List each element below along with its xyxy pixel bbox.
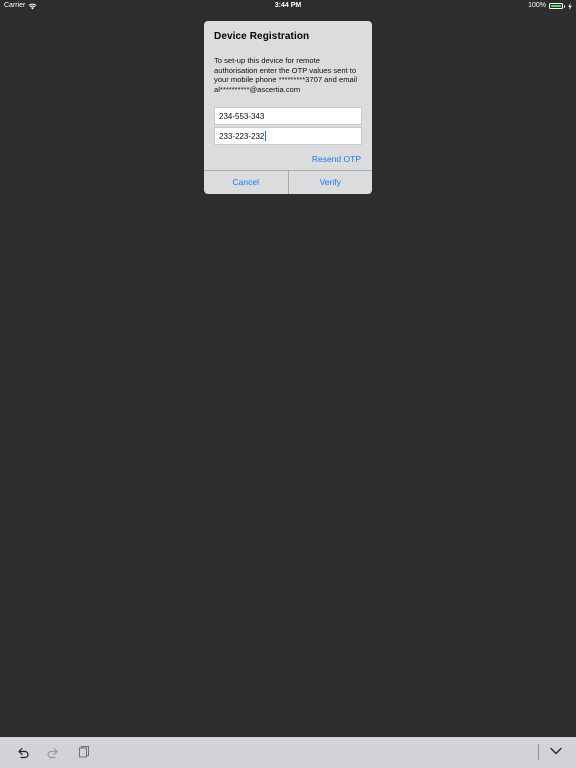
otp-input-mobile[interactable]: 234-553-343 bbox=[214, 107, 362, 125]
battery-tip bbox=[563, 4, 565, 8]
paste-icon[interactable] bbox=[78, 745, 90, 759]
undo-icon[interactable] bbox=[16, 745, 30, 759]
redo-icon[interactable] bbox=[46, 745, 60, 759]
device-registration-dialog: Device Registration To set-up this devic… bbox=[204, 21, 372, 194]
dialog-title: Device Registration bbox=[214, 31, 310, 42]
status-time: 3:44 PM bbox=[274, 2, 302, 9]
otp-email-value: 233-223-232 bbox=[219, 132, 265, 141]
dialog-actions: Cancel Verify bbox=[204, 170, 372, 194]
battery-body bbox=[549, 3, 563, 9]
charging-bolt-icon bbox=[568, 2, 572, 10]
dialog-message: To set-up this device for remote authori… bbox=[214, 56, 358, 94]
verify-button[interactable]: Verify bbox=[287, 171, 373, 194]
keyboard-shortcut-bar bbox=[0, 737, 576, 768]
cancel-button[interactable]: Cancel bbox=[204, 171, 288, 194]
battery-fill bbox=[551, 5, 561, 7]
resend-otp-button[interactable]: Resend OTP bbox=[312, 154, 361, 164]
text-cursor bbox=[264, 131, 266, 142]
status-right: 100% bbox=[528, 0, 572, 12]
status-bar: Carrier 3:44 PM 100% bbox=[0, 0, 576, 12]
otp-mobile-value: 234-553-343 bbox=[219, 112, 265, 121]
battery-icon bbox=[549, 3, 565, 9]
toolbar-divider bbox=[538, 744, 539, 760]
app-screen: Carrier 3:44 PM 100% Device Registration… bbox=[0, 0, 576, 768]
otp-input-email[interactable]: 233-223-232 bbox=[214, 127, 362, 145]
chevron-down-icon[interactable] bbox=[550, 747, 562, 755]
battery-percent: 100% bbox=[528, 2, 546, 9]
